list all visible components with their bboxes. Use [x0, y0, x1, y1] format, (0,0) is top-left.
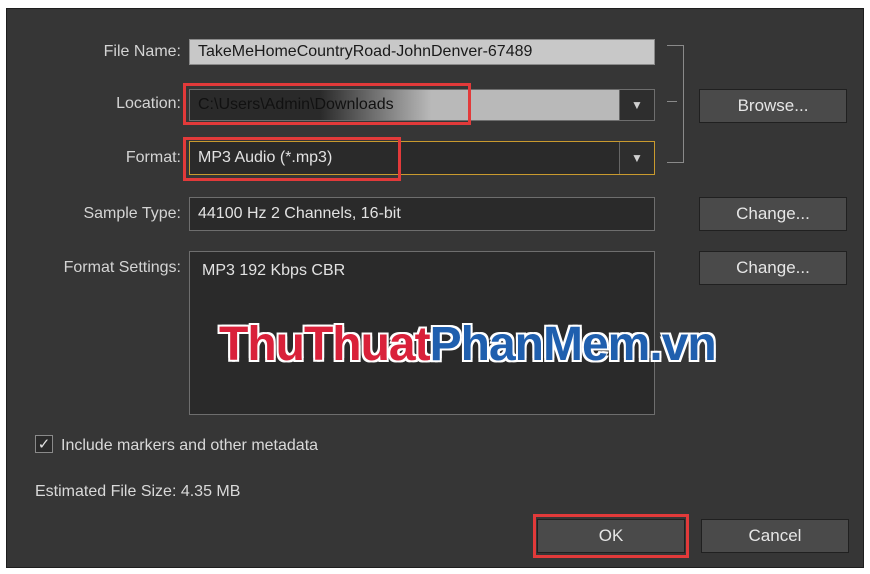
watermark-part1: ThuThuat: [219, 318, 431, 371]
ok-button[interactable]: OK: [537, 519, 685, 553]
sample-type-change-button[interactable]: Change...: [699, 197, 847, 231]
file-name-input[interactable]: TakeMeHomeCountryRoad-JohnDenver-67489: [189, 39, 655, 65]
chevron-down-icon[interactable]: ▼: [619, 142, 654, 174]
format-dropdown[interactable]: MP3 Audio (*.mp3) ▼: [189, 141, 655, 175]
bracket-tick: [667, 101, 677, 102]
file-name-label: File Name:: [103, 43, 181, 60]
watermark-logo: ThuThuatPhanMem.vn: [219, 317, 717, 372]
sample-type-value: 44100 Hz 2 Channels, 16-bit: [198, 205, 401, 222]
format-settings-value: MP3 192 Kbps CBR: [202, 262, 346, 279]
location-label: Location:: [116, 95, 181, 112]
location-dropdown[interactable]: C:\Users\Admin\Downloads ▼: [189, 89, 655, 121]
location-value: C:\Users\Admin\Downloads: [198, 96, 394, 113]
include-metadata-label: Include markers and other metadata: [61, 437, 319, 454]
chevron-down-icon[interactable]: ▼: [619, 90, 654, 120]
sample-type-field: 44100 Hz 2 Channels, 16-bit: [189, 197, 655, 231]
group-bracket: [667, 45, 684, 163]
sample-type-label: Sample Type:: [83, 205, 181, 222]
watermark-part2: PhanMem.vn: [429, 318, 717, 371]
estimated-file-size: Estimated File Size: 4.35 MB: [35, 483, 241, 500]
format-settings-change-button[interactable]: Change...: [699, 251, 847, 285]
include-metadata-checkbox[interactable]: ✓: [35, 435, 53, 453]
cancel-button[interactable]: Cancel: [701, 519, 849, 553]
format-label: Format:: [125, 149, 181, 166]
browse-button[interactable]: Browse...: [699, 89, 847, 123]
file-name-value: TakeMeHomeCountryRoad-JohnDenver-67489: [198, 43, 533, 60]
save-as-dialog: File Name: TakeMeHomeCountryRoad-JohnDen…: [6, 8, 864, 568]
format-value: MP3 Audio (*.mp3): [198, 149, 333, 166]
format-settings-label: Format Settings:: [63, 259, 181, 276]
